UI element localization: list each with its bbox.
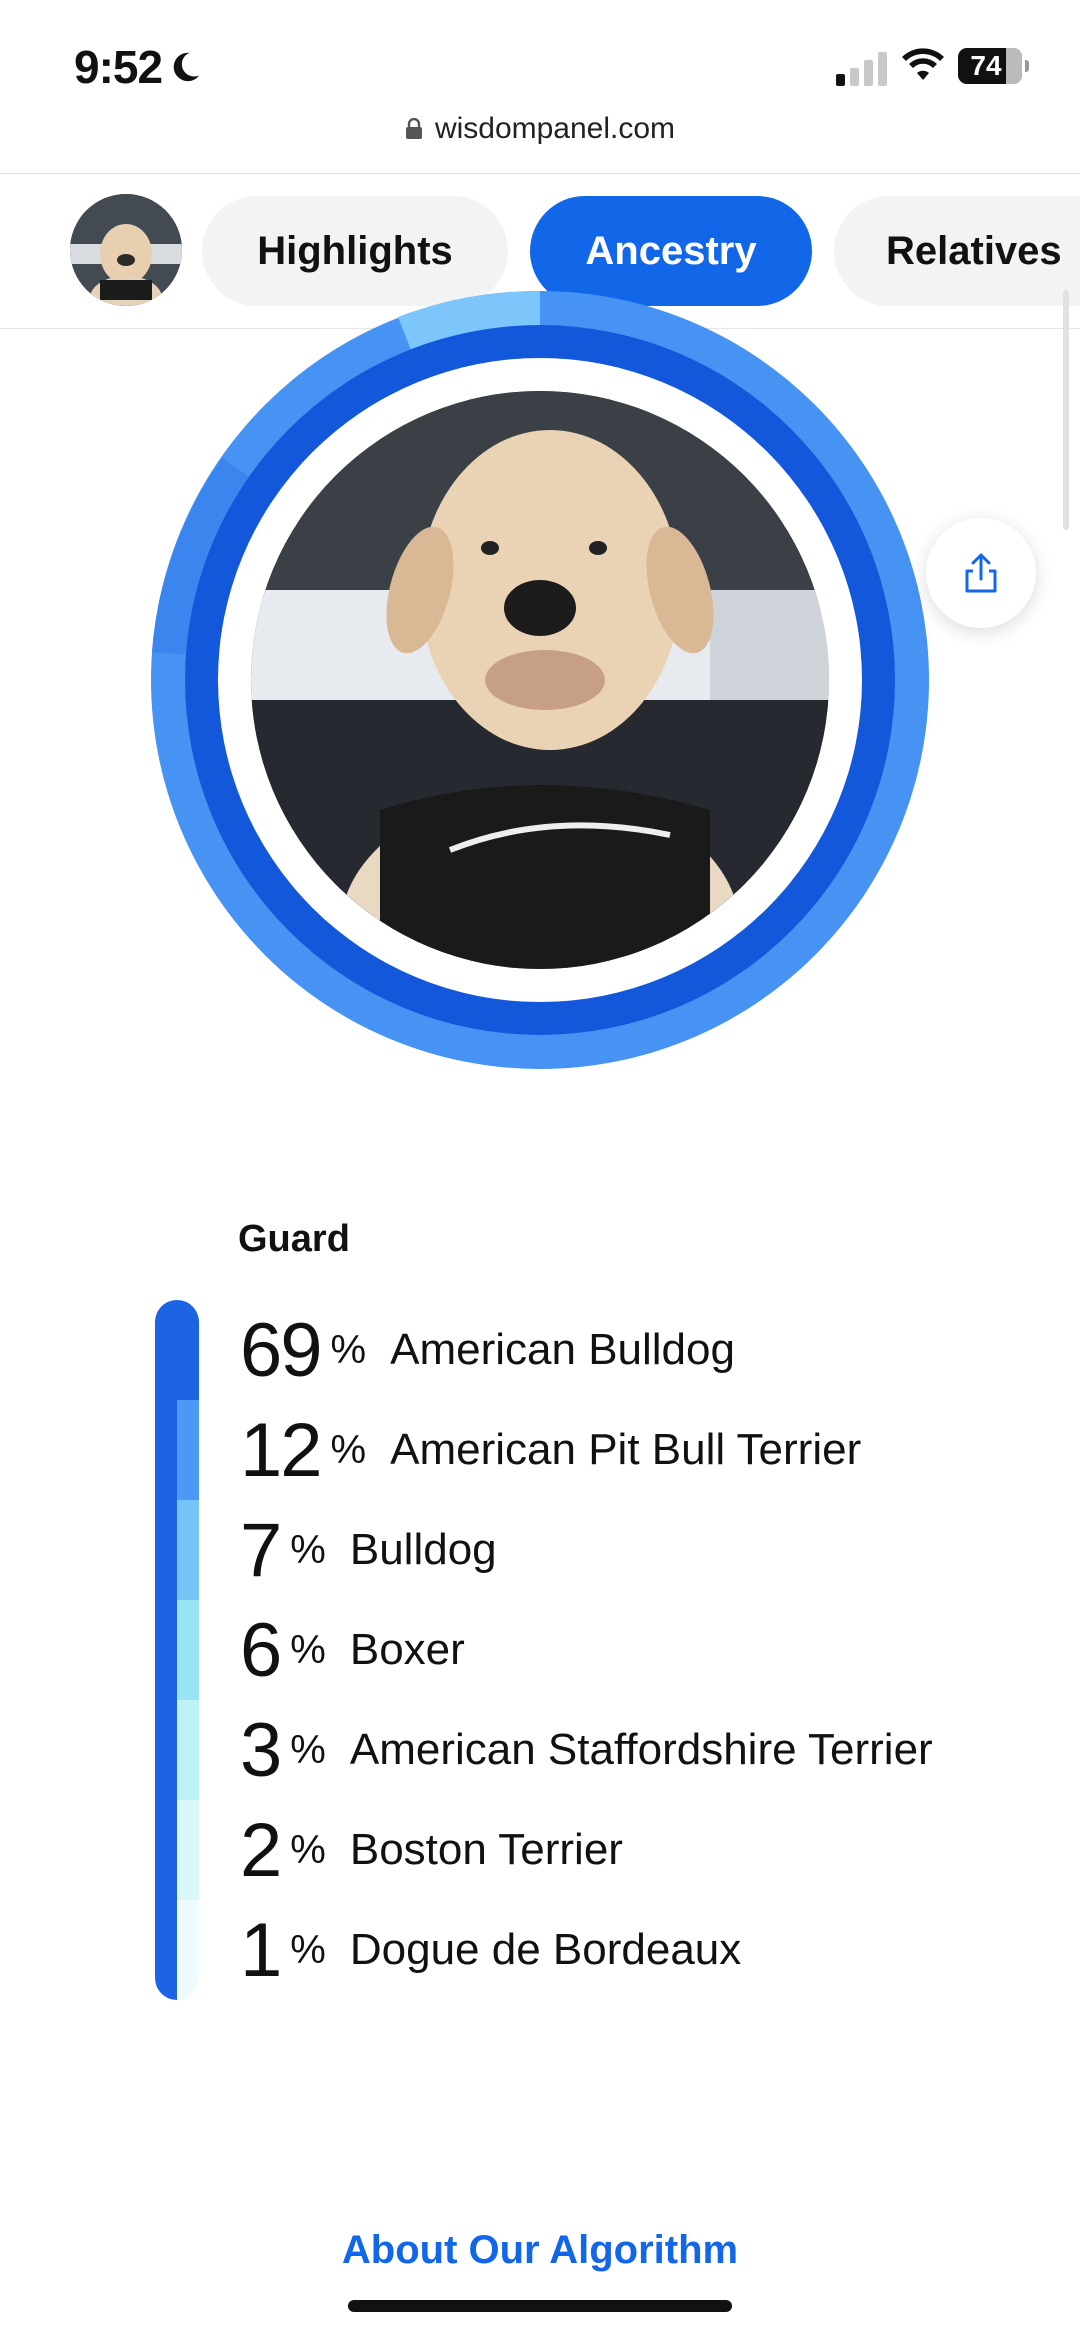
address-bar[interactable]: wisdompanel.com [0, 112, 1080, 146]
breed-row[interactable]: 12 % American Pit Bull Terrier [240, 1400, 861, 1500]
breed-row[interactable]: 69 % American Bulldog [240, 1300, 735, 1400]
percent-sign: % [290, 1627, 326, 1672]
breed-color-bar [155, 1300, 199, 2000]
breed-row[interactable]: 2 % Boston Terrier [240, 1800, 623, 1900]
breed-percent: 7 [240, 1507, 282, 1593]
ancestry-ring [150, 290, 930, 1070]
tab-highlights-label: Highlights [257, 228, 453, 273]
share-icon [965, 553, 997, 593]
tab-ancestry-label: Ancestry [585, 228, 757, 273]
tab-relatives-label: Relatives [886, 228, 1062, 273]
breed-percent: 6 [240, 1607, 282, 1693]
status-bar: 9:52 74 wisdompanel.com [0, 0, 1080, 145]
breed-row[interactable]: 6 % Boxer [240, 1600, 465, 1700]
breed-color-seg [177, 1500, 199, 1600]
percent-sign: % [330, 1427, 367, 1472]
ancestry-group-label: Guard [238, 1218, 350, 1260]
scrollbar[interactable] [1063, 290, 1069, 530]
breed-color-seg [177, 1600, 199, 1700]
breed-name: American Bulldog [390, 1325, 735, 1374]
breed-name: Bulldog [349, 1525, 497, 1574]
breed-name: Boxer [349, 1625, 465, 1674]
share-button[interactable] [926, 518, 1036, 628]
battery-level: 74 [970, 50, 1002, 81]
breed-percent: 69 [240, 1307, 323, 1393]
lock-icon [405, 118, 422, 139]
percent-sign: % [330, 1327, 367, 1372]
wifi-icon [902, 48, 944, 80]
breed-row[interactable]: 3 % American Staffordshire Terrier [240, 1700, 933, 1800]
breed-color-seg [177, 1300, 199, 1400]
breed-name: American Staffordshire Terrier [349, 1725, 933, 1774]
about-algorithm-link[interactable]: About Our Algorithm [0, 2228, 1080, 2273]
breed-color-seg [177, 1900, 199, 2000]
percent-sign: % [290, 1727, 326, 1772]
breed-percent: 2 [240, 1807, 282, 1893]
breed-row[interactable]: 1 % Dogue de Bordeaux [240, 1900, 741, 2000]
battery-icon: 74 [958, 48, 1029, 84]
time-text: 9:52 [74, 41, 163, 93]
breed-name: Boston Terrier [349, 1825, 623, 1874]
breed-name: American Pit Bull Terrier [390, 1425, 862, 1474]
breed-color-seg [177, 1800, 199, 1900]
breed-percent: 1 [240, 1907, 282, 1993]
breed-percent: 12 [240, 1407, 323, 1493]
home-indicator[interactable] [348, 2300, 732, 2312]
breed-color-seg [177, 1400, 199, 1500]
cellular-signal-icon [836, 50, 887, 86]
status-time: 9:52 [74, 40, 202, 94]
breed-color-bar-group [155, 1300, 177, 2000]
breed-color-seg [177, 1700, 199, 1800]
percent-sign: % [290, 1527, 326, 1572]
moon-icon [173, 52, 200, 82]
percent-sign: % [290, 1927, 326, 1972]
breed-percent: 3 [240, 1707, 282, 1793]
breed-row[interactable]: 7 % Bulldog [240, 1500, 497, 1600]
percent-sign: % [290, 1827, 326, 1872]
url-text: wisdompanel.com [434, 112, 676, 145]
breed-name: Dogue de Bordeaux [349, 1925, 742, 1974]
